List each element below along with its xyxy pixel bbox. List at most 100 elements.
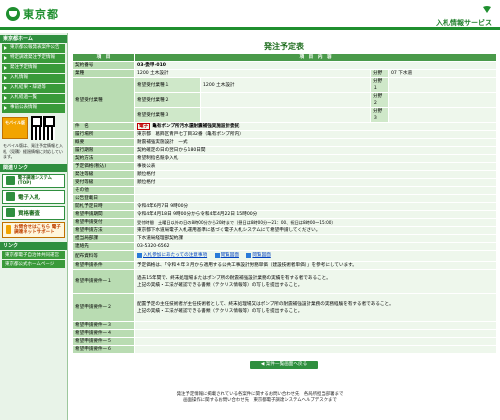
sidebar-section-home: 東京都ホーム xyxy=(0,35,67,43)
doc-link-zumen2[interactable]: 閲覧図面 xyxy=(246,252,271,259)
value-renraku: 03-5320-6562 xyxy=(133,242,498,251)
bid-icon xyxy=(6,192,15,201)
value-kenmei: 電子 亀有ポンプ所汚水還耐震補強実施設計委託 xyxy=(133,122,498,131)
doc-link-zumen1-label: 閲覧図面 xyxy=(220,252,239,258)
label-field2: 分野２ xyxy=(370,92,389,108)
sidebar-link-kyodo[interactable]: 東京都電子自治体共同運営 xyxy=(2,250,65,259)
value-y1: 過去15年間で、終末処理場またはポンプ所の耐震補強設計業務の実績を有する者である… xyxy=(133,269,498,294)
value-shinsei: 令和4年4月18日 9時00分から令和4年4月22日 15時00分 xyxy=(133,210,498,219)
value-sonota xyxy=(133,186,498,195)
value-tantou: 下水道局経理部契約課 xyxy=(133,234,498,243)
order-plan-table: 項 目 項 目 内 容 契約番号 03-委甲-010 業種 1200 土木設計 … xyxy=(72,53,498,354)
header-right: 入札情報サービス xyxy=(392,6,492,28)
qualification-button[interactable]: 資格審査 xyxy=(2,205,65,220)
site-header: 東京都 入札情報サービス xyxy=(0,0,500,30)
e-bidding-label: 電子入札 xyxy=(18,194,41,201)
sidebar-link-keika[interactable]: 入札経過一覧 xyxy=(2,94,65,103)
value-gaiyo: 耐震補強実施設計 一式 xyxy=(133,138,498,147)
label-keiyaku-no: 契約番号 xyxy=(72,61,135,70)
ginkgo-small-icon xyxy=(483,6,491,13)
value-field3 xyxy=(387,107,498,123)
e-bidding-button[interactable]: 電子入札 xyxy=(2,189,65,204)
footer: 発注予定情報に掲載されている各案件に関するお問い合わせ先 各局所担当部署まで 画… xyxy=(90,392,430,404)
value-field1 xyxy=(387,77,498,93)
value-hassho: 順位格付 xyxy=(133,170,498,179)
main-content: 発注予定表 項 目 項 目 内 容 契約番号 03-委甲-010 業種 1200… xyxy=(72,33,498,420)
doc-link-zumen2-label: 閲覧図面 xyxy=(252,252,271,258)
value-y5 xyxy=(133,337,498,346)
service-title: 入札情報サービス xyxy=(436,19,492,27)
help-desk-button[interactable]: お問合せはこちら 電子調達ネットサポート xyxy=(2,221,65,238)
label-kaisatsu: 開札予定日時 xyxy=(72,202,135,211)
back-to-list-button[interactable]: ◀ 案件一覧画面へ戻る xyxy=(250,361,318,369)
value-uketsuke: 順位格付 xyxy=(133,178,498,187)
label-hoho: 契約方法 xyxy=(72,154,135,163)
footer-line-2: 画面操作に関するお問い合わせ先 東京都電子調達システムヘルプデスクまで xyxy=(183,398,337,403)
value-koukoku xyxy=(133,194,498,203)
label-tantou: 担当局部課 xyxy=(72,234,135,243)
label-kigen: 履行期限 xyxy=(72,146,135,155)
value-y2: 配置予定の主任技術者が主任技術者として、終末処理場又はポンプ所の耐震補強設計業務… xyxy=(133,293,498,322)
value-bunya: 07 下水道 xyxy=(387,69,498,78)
logo-text: 東京都 xyxy=(23,8,59,21)
label-kibo: 希望受付業種 xyxy=(72,77,135,123)
value-y4 xyxy=(133,329,498,338)
document-icon xyxy=(6,208,15,217)
computer-icon xyxy=(6,176,15,185)
sidebar-link-hacchu[interactable]: 発注予定情報 xyxy=(2,64,65,73)
sidebar-link-kekka[interactable]: 入札結果・辞退等 xyxy=(2,84,65,93)
value-haifu: 入札参加にあたっての注意事項 閲覧図面 閲覧図面 xyxy=(133,250,498,262)
value-keiyaku-no: 03-委甲-010 xyxy=(133,61,498,70)
value-uketsuke-jikan: 受付時間 土曜日以外の日の8時00分から20時まで（昼日は8時00分〜21：00… xyxy=(133,218,498,227)
qr-code-icon xyxy=(31,116,55,140)
label-y4: 希望申請要件ー４ xyxy=(72,329,135,338)
value-kibo3 xyxy=(200,107,371,123)
label-hassho: 発注等級 xyxy=(72,170,135,179)
mobile-note: モバイル版は、発注予定情報と入札（見積）経過情報に対応しています。 xyxy=(3,143,63,159)
value-hoho: 希望制指名競争入札 xyxy=(133,154,498,163)
label-field1: 分野１ xyxy=(370,77,389,93)
label-hoho2: 希望申請方法 xyxy=(72,226,135,235)
value-kibo1: 1200 土木設計 xyxy=(200,77,371,93)
value-y3 xyxy=(133,321,498,330)
value-kigen: 契約確定の日の翌日から180日間 xyxy=(133,146,498,155)
ginkgo-logo-icon xyxy=(6,7,20,21)
label-kibo1: 希望受付業種１ xyxy=(134,77,201,93)
help-desk-label: お問合せはこちら 電子調達ネットサポート xyxy=(14,224,61,235)
sidebar-link-nyusatsu[interactable]: 入札情報 xyxy=(2,74,65,83)
sidebar-link-tokutei[interactable]: 特定調達発注予定情報 xyxy=(2,54,65,63)
label-sonota: その他 xyxy=(72,186,135,195)
tokyo-logo[interactable]: 東京都 xyxy=(6,6,59,22)
value-hoho2: 東京都下水道局電子入札運用基準に基づく電子入札システムにて希望申請してください。 xyxy=(133,226,498,235)
value-kaisatsu: 令和4年6月7日 9時00分 xyxy=(133,202,498,211)
sidebar-link-jizen[interactable]: 事前公表情報 xyxy=(2,104,65,113)
sidebar-section-related: 関連リンク xyxy=(0,163,67,172)
label-gyoshu: 業種 xyxy=(72,69,135,78)
value-jouken: 予定価格は、「令和４年３月から適用する公共工事設計労務単価（建設技術者単価）」を… xyxy=(133,261,498,270)
pdf-icon xyxy=(214,252,220,258)
value-rikou: 東京都 葛飾区青戸七丁目32番（亀有ポンプ所内） xyxy=(133,130,498,139)
label-kenmei: 件 名 xyxy=(72,122,135,131)
phone-icon xyxy=(6,225,12,234)
page-title: 発注予定表 xyxy=(264,42,304,51)
doc-link-chui[interactable]: 入札参加にあたっての注意事項 xyxy=(137,252,207,259)
label-koukoku: 公告登載日 xyxy=(72,194,135,203)
label-bunya: 分野 xyxy=(370,69,389,78)
label-gaiyo: 概要 xyxy=(72,138,135,147)
doc-link-chui-label: 入札参加にあたっての注意事項 xyxy=(143,252,208,258)
qualification-label: 資格審査 xyxy=(18,210,41,217)
label-y5: 希望申請要件ー５ xyxy=(72,337,135,346)
mobile-badge[interactable]: モバイル版 xyxy=(2,117,28,139)
pdf-icon xyxy=(246,252,252,258)
e-procurement-top-button[interactable]: 電子調達システム(TOP) xyxy=(2,173,65,188)
sidebar-link-official[interactable]: 東京都公式ホームページ xyxy=(2,259,65,268)
label-field3: 分野３ xyxy=(370,107,389,123)
header-item: 項 目 xyxy=(72,53,135,62)
doc-link-zumen1[interactable]: 閲覧図面 xyxy=(214,252,239,259)
label-y6: 希望申請要件ー６ xyxy=(72,345,135,354)
label-uketsuke-jikan: 希望申請受付 xyxy=(72,218,135,227)
electronic-tag: 電子 xyxy=(137,123,151,130)
sidebar-link-koho[interactable]: 東京都公報発表案件公告 xyxy=(2,44,65,53)
label-haifu: 配布資料等 xyxy=(72,250,135,262)
label-yotei: 予定価格(税込) xyxy=(72,162,135,171)
